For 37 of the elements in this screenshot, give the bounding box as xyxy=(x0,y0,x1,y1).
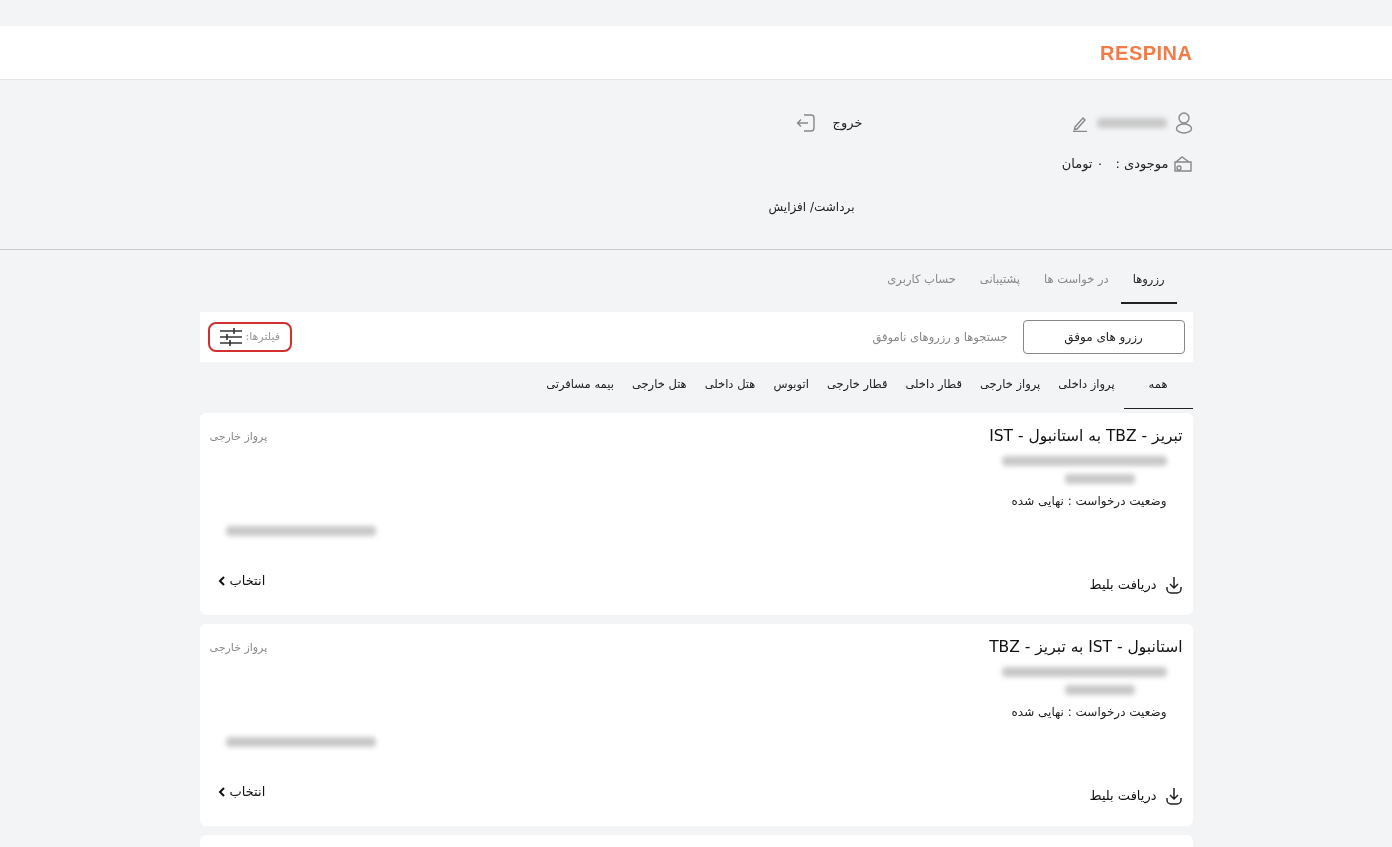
booking-type: پرواز خارجی xyxy=(209,428,268,445)
logout-link[interactable]: خروج xyxy=(832,113,863,133)
booking-type: پرواز خارجی xyxy=(209,639,268,656)
tab[interactable]: رزروها xyxy=(1120,258,1177,305)
category-tab[interactable]: پرواز خارجی xyxy=(970,362,1050,409)
download-icon xyxy=(1164,575,1183,594)
balance-label: موجودی : xyxy=(1115,155,1169,174)
chevron-icon xyxy=(217,786,226,797)
category-tab[interactable]: اتوبوس xyxy=(764,362,818,409)
user-icon xyxy=(1174,112,1193,134)
redacted-line xyxy=(1064,473,1135,484)
category-tab[interactable]: هتل داخلی xyxy=(695,362,765,409)
booking-title: تبریز - TBZ به استانبول - IST xyxy=(989,425,1183,447)
category-tab[interactable]: قطار خارجی xyxy=(817,362,897,409)
wallet-icon xyxy=(1172,154,1193,174)
category-tab[interactable]: بیمه مسافرتی xyxy=(537,362,623,409)
redacted-line xyxy=(1096,118,1167,128)
wallet-link[interactable]: برداشت/ افزایش xyxy=(768,198,855,216)
select-link[interactable]: انتخاب xyxy=(217,782,266,802)
chevron-icon xyxy=(217,575,226,586)
category-tab[interactable]: قطار داخلی xyxy=(896,362,971,409)
balance-value: ۰ تومان xyxy=(1061,155,1104,174)
download-icon xyxy=(1164,786,1183,805)
booking-title: استانبول - IST به تبریز - TBZ xyxy=(989,636,1183,658)
redacted-line xyxy=(1064,684,1135,695)
download-ticket-button[interactable]: دریافت بلیط xyxy=(1089,575,1183,595)
category-tab[interactable]: همه xyxy=(1123,362,1193,409)
download-ticket-button[interactable]: دریافت بلیط xyxy=(1089,786,1183,806)
status-text: وضعیت درخواست : نهایی شده xyxy=(1010,703,1167,721)
logout-icon[interactable] xyxy=(794,112,817,134)
category-tab[interactable]: پرواز داخلی xyxy=(1049,362,1124,409)
pencil-icon[interactable] xyxy=(1070,114,1089,132)
status-text: وضعیت درخواست : نهایی شده xyxy=(1010,492,1167,510)
select-link[interactable]: انتخاب xyxy=(217,571,266,591)
category-tab[interactable]: هتل خارجی xyxy=(622,362,696,409)
sliders-icon xyxy=(219,327,242,348)
filter-tab[interactable]: رزرو های موفق xyxy=(1022,320,1185,355)
